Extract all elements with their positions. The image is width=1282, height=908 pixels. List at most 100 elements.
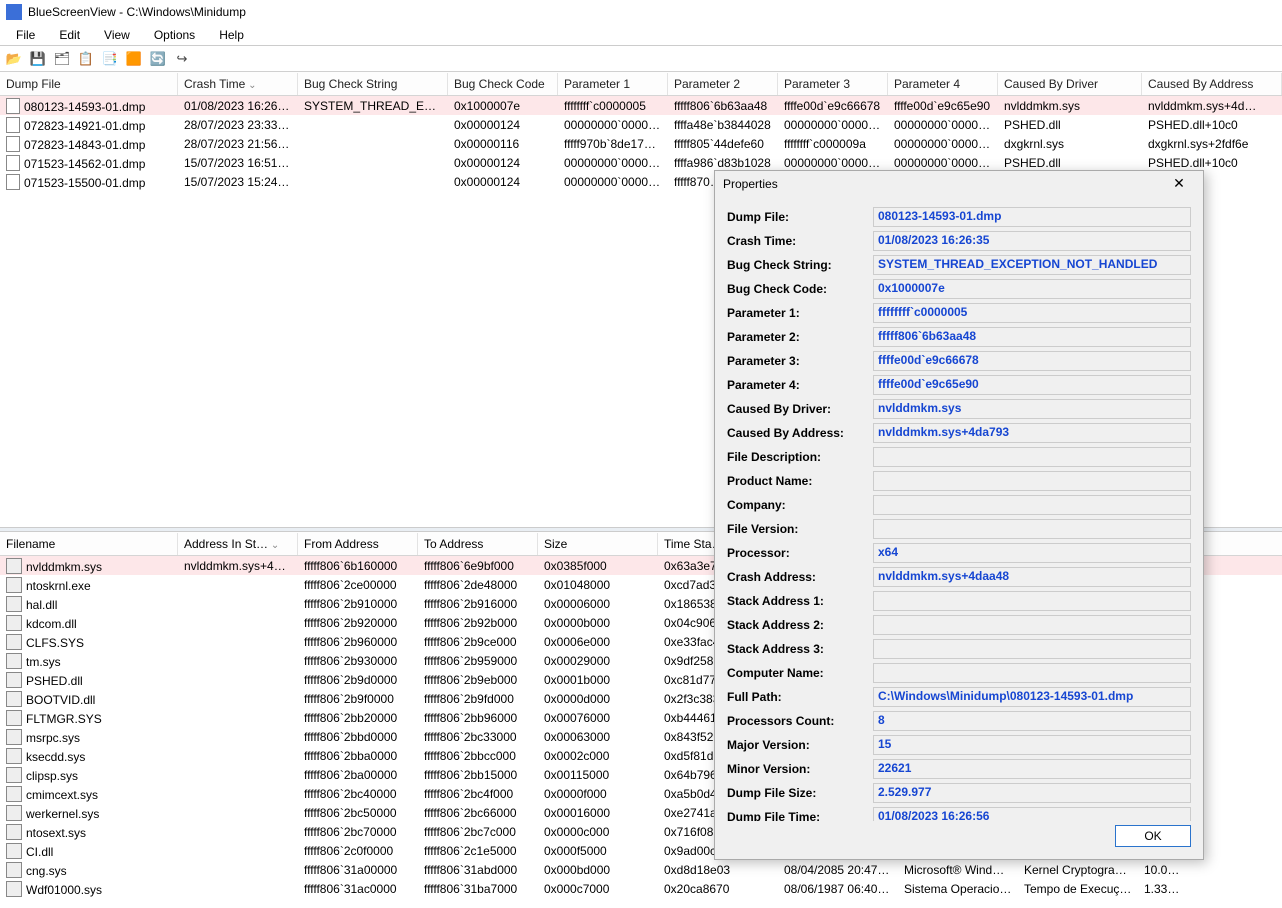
property-value[interactable]: SYSTEM_THREAD_EXCEPTION_NOT_HANDLED [873,255,1191,275]
property-value[interactable]: 22621 [873,759,1191,779]
upper-col-header[interactable]: Caused By Address [1142,73,1282,95]
menu-view[interactable]: View [94,26,140,44]
copy-icon[interactable]: 📋 [76,49,96,69]
close-icon[interactable]: ✕ [1163,173,1195,195]
cell: 0x00115000 [538,767,658,783]
property-value[interactable] [873,495,1191,515]
upper-col-header[interactable]: Crash Time [178,73,298,95]
cell: Kernel Cryptograp… [1018,862,1138,878]
open-icon[interactable]: 📂 [4,49,24,69]
table-row[interactable]: 072823-14921-01.dmp28/07/2023 23:33:000x… [0,115,1282,134]
refresh-icon[interactable]: 🔄 [148,49,168,69]
property-row: Parameter 4:ffffe00d`e9c65e90 [727,373,1191,397]
menu-options[interactable]: Options [144,26,205,44]
upper-col-header[interactable]: Parameter 2 [668,73,778,95]
property-value[interactable]: 01/08/2023 16:26:56 [873,807,1191,821]
cell: 0x0000b000 [538,615,658,631]
cell: 0x000c7000 [538,881,658,897]
cell [178,660,298,662]
property-value[interactable] [873,447,1191,467]
lower-col-header[interactable]: From Address [298,533,418,555]
property-label: Dump File: [727,210,865,224]
cell: fffff806`2bc4f000 [418,786,538,802]
property-value[interactable] [873,519,1191,539]
lower-col-header[interactable]: Address In St… [178,533,298,555]
menu-edit[interactable]: Edit [49,26,90,44]
property-label: Processor: [727,546,865,560]
menu-help[interactable]: Help [209,26,254,44]
lower-col-header[interactable]: To Address [418,533,538,555]
table-row[interactable]: 072823-14843-01.dmp28/07/2023 21:56:380x… [0,134,1282,153]
upper-col-header[interactable]: Bug Check Code [448,73,558,95]
ok-button[interactable]: OK [1115,825,1191,847]
stop-icon[interactable]: 🟧 [124,49,144,69]
cell: kdcom.dll [0,614,178,632]
property-row: Bug Check String:SYSTEM_THREAD_EXCEPTION… [727,253,1191,277]
property-label: Parameter 3: [727,354,865,368]
cell: PSHED.dll+10c0 [1142,155,1282,171]
cell: PSHED.dll [0,671,178,689]
property-value[interactable]: C:\Windows\Minidump\080123-14593-01.dmp [873,687,1191,707]
property-row: Stack Address 2: [727,613,1191,637]
upper-col-header[interactable]: Parameter 3 [778,73,888,95]
cell: fffff806`2c1e5000 [418,843,538,859]
property-label: File Description: [727,450,865,464]
table-row[interactable]: cng.sysfffff806`31a00000fffff806`31abd00… [0,860,1282,879]
dialog-titlebar[interactable]: Properties ✕ [715,171,1203,197]
table-row[interactable]: 080123-14593-01.dmp01/08/2023 16:26:35SY… [0,96,1282,115]
menu-file[interactable]: File [6,26,45,44]
upper-col-header[interactable]: Bug Check String [298,73,448,95]
lower-col-header[interactable]: Filename [0,533,178,555]
cell: CLFS.SYS [0,633,178,651]
upper-col-header[interactable]: Parameter 4 [888,73,998,95]
property-value[interactable] [873,663,1191,683]
cell: nvlddmkm.sys+4d… [1142,98,1282,114]
property-value[interactable]: ffffe00d`e9c65e90 [873,375,1191,395]
cell: Microsoft® Wind… [898,862,1018,878]
property-value[interactable]: ffffffff`c0000005 [873,303,1191,323]
cell: 080123-14593-01.dmp [0,97,178,115]
property-value[interactable]: 8 [873,711,1191,731]
lower-col-header[interactable]: Size [538,533,658,555]
property-value[interactable]: x64 [873,543,1191,563]
property-label: Stack Address 2: [727,618,865,632]
exit-icon[interactable]: ↪ [172,49,192,69]
cell: 00000000`000000… [778,117,888,133]
cell: 0x00076000 [538,710,658,726]
cell: PSHED.dll [998,155,1142,171]
property-value[interactable]: ffffe00d`e9c66678 [873,351,1191,371]
cell: fffff806`2bc7c000 [418,824,538,840]
property-value[interactable] [873,471,1191,491]
upper-col-header[interactable]: Caused By Driver [998,73,1142,95]
property-row: Product Name: [727,469,1191,493]
property-value[interactable]: 0x1000007e [873,279,1191,299]
property-value[interactable]: 080123-14593-01.dmp [873,207,1191,227]
property-value[interactable]: 15 [873,735,1191,755]
cell: 0x0002c000 [538,748,658,764]
property-value[interactable]: nvlddmkm.sys+4daa48 [873,567,1191,587]
property-value[interactable]: nvlddmkm.sys [873,399,1191,419]
property-value[interactable]: fffff806`6b63aa48 [873,327,1191,347]
properties-icon[interactable]: 📑 [100,49,120,69]
dialog-footer: OK [715,821,1203,859]
cell: fffff806`2b9fd000 [418,691,538,707]
manage-icon[interactable]: 🗂 [52,49,72,69]
table-row[interactable]: Wdf01000.sysfffff806`31ac0000fffff806`31… [0,879,1282,898]
property-value[interactable] [873,639,1191,659]
cell [298,162,448,164]
cell: 072823-14843-01.dmp [0,135,178,153]
property-value[interactable] [873,615,1191,635]
property-value[interactable] [873,591,1191,611]
cell: Wdf01000.sys [0,880,178,898]
cell: fffff806`2b920000 [298,615,418,631]
cell: 0x00000124 [448,117,558,133]
cell: fffff806`2bc66000 [418,805,538,821]
property-value[interactable]: 01/08/2023 16:26:35 [873,231,1191,251]
upper-col-header[interactable]: Parameter 1 [558,73,668,95]
property-label: Dump File Time: [727,810,865,821]
property-label: Crash Time: [727,234,865,248]
save-icon[interactable]: 💾 [28,49,48,69]
property-value[interactable]: nvlddmkm.sys+4da793 [873,423,1191,443]
property-value[interactable]: 2.529.977 [873,783,1191,803]
upper-col-header[interactable]: Dump File [0,73,178,95]
